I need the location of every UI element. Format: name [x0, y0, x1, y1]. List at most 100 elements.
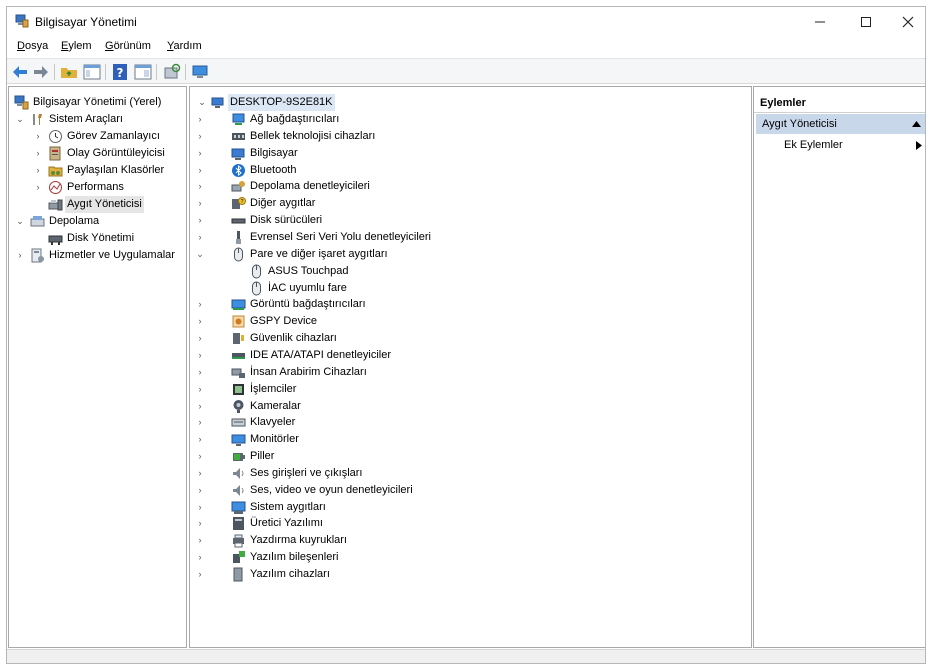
network-adapter-icon	[232, 113, 245, 125]
device-category[interactable]: › Klavyeler	[193, 414, 593, 431]
chevron-right-icon[interactable]: ›	[195, 515, 205, 532]
chevron-right-icon[interactable]: ›	[33, 145, 43, 162]
chevron-down-icon[interactable]: ⌄	[15, 111, 25, 128]
tree-item-system-tools[interactable]: ⌄ Sistem Araçları	[12, 111, 186, 128]
chevron-down-icon[interactable]: ⌄	[197, 94, 207, 111]
chevron-right-icon[interactable]: ›	[15, 247, 25, 264]
device-category[interactable]: › Yazılım cihazları	[193, 566, 593, 583]
tree-item-task-scheduler[interactable]: › Görev Zamanlayıcı	[12, 128, 186, 145]
chevron-right-icon[interactable]: ›	[195, 414, 205, 431]
monitor-tool-icon[interactable]	[191, 63, 209, 81]
chevron-right-icon[interactable]: ›	[195, 145, 205, 162]
svg-text:?: ?	[117, 66, 124, 80]
chevron-right-icon[interactable]: ›	[195, 111, 205, 128]
tree-item-shared-folders[interactable]: › Paylaşılan Klasörler	[12, 162, 186, 179]
device-item[interactable]: ASUS Touchpad	[193, 263, 593, 280]
back-arrow-icon[interactable]	[11, 63, 29, 81]
device-category[interactable]: › Bellek teknolojisi cihazları	[193, 128, 593, 145]
device-category[interactable]: ›? Diğer aygıtlar	[193, 195, 593, 212]
device-category[interactable]: › Güvenlik cihazları	[193, 330, 593, 347]
device-label: İAC uyumlu fare	[268, 281, 347, 294]
chevron-right-icon[interactable]: ›	[195, 549, 205, 566]
device-category[interactable]: › Monitörler	[193, 431, 593, 448]
chevron-right-icon[interactable]: ›	[195, 566, 205, 583]
device-category[interactable]: › Piller	[193, 448, 593, 465]
chevron-right-icon[interactable]: ›	[195, 229, 205, 246]
maximize-button[interactable]	[843, 7, 889, 37]
device-category[interactable]: › Ağ bağdaştırıcıları	[193, 111, 593, 128]
device-category[interactable]: › GSPY Device	[193, 313, 593, 330]
device-category[interactable]: › Bluetooth	[193, 162, 593, 179]
close-button[interactable]	[885, 7, 925, 37]
chevron-right-icon[interactable]: ›	[195, 330, 205, 347]
device-category[interactable]: › Ses girişleri ve çıkışları	[193, 465, 593, 482]
device-category[interactable]: › Bilgisayar	[193, 145, 593, 162]
menu-dosya[interactable]: Dosya	[17, 40, 48, 52]
chevron-down-icon[interactable]: ⌄	[195, 246, 205, 263]
chevron-down-icon[interactable]: ⌄	[15, 213, 25, 230]
device-category[interactable]: › İşlemciler	[193, 381, 593, 398]
actions-section-device-manager[interactable]: Aygıt Yöneticisi	[756, 114, 925, 134]
chevron-right-icon[interactable]: ›	[195, 482, 205, 499]
device-category[interactable]: ⌄ Pare ve diğer işaret aygıtları	[193, 246, 593, 263]
chevron-right-icon[interactable]: ›	[195, 381, 205, 398]
chevron-right-icon[interactable]: ›	[195, 212, 205, 229]
properties-pane-icon[interactable]	[134, 63, 152, 81]
tree-item-storage[interactable]: ⌄ Depolama	[12, 213, 186, 230]
chevron-right-icon[interactable]: ›	[195, 162, 205, 179]
device-category[interactable]: › Disk sürücüleri	[193, 212, 593, 229]
chevron-right-icon[interactable]: ›	[33, 162, 43, 179]
device-category[interactable]: › Yazdırma kuyrukları	[193, 532, 593, 549]
device-category[interactable]: › Yazılım bileşenleri	[193, 549, 593, 566]
chevron-right-icon[interactable]: ›	[195, 499, 205, 516]
tree-item-device-manager[interactable]: Aygıt Yöneticisi	[12, 196, 186, 213]
chevron-right-icon[interactable]: ›	[195, 313, 205, 330]
toolbar-separator	[54, 64, 55, 80]
chevron-right-icon[interactable]: ›	[195, 398, 205, 415]
menu-yardim[interactable]: Yardım	[167, 40, 202, 52]
monitor-icon	[231, 434, 246, 447]
device-label: IDE ATA/ATAPI denetleyiciler	[250, 348, 392, 361]
device-label: Ses girişleri ve çıkışları	[250, 466, 363, 479]
scan-hardware-icon[interactable]	[163, 63, 181, 81]
tree-item-event-viewer[interactable]: › Olay Görüntüleyicisi	[12, 145, 186, 162]
chevron-right-icon[interactable]: ›	[195, 178, 205, 195]
tree-item-disk-management[interactable]: Disk Yönetimi	[12, 230, 186, 247]
chevron-right-icon[interactable]: ›	[195, 448, 205, 465]
device-category[interactable]: › IDE ATA/ATAPI denetleyiciler	[193, 347, 593, 364]
menu-eylem[interactable]: Eylem	[61, 40, 92, 52]
chevron-right-icon[interactable]: ›	[195, 347, 205, 364]
tree-item-services-apps[interactable]: › Hizmetler ve Uygulamalar	[12, 247, 186, 264]
chevron-right-icon[interactable]: ›	[195, 195, 205, 212]
show-hide-tree-icon[interactable]	[83, 63, 101, 81]
more-actions-item[interactable]: Ek Eylemler	[784, 136, 843, 154]
tree-item-performance[interactable]: › Performans	[12, 179, 186, 196]
collapse-up-icon[interactable]	[912, 120, 921, 127]
tree-item-label: Görev Zamanlayıcı	[67, 130, 160, 142]
menu-gorunum[interactable]: Görünüm	[105, 40, 151, 52]
device-category[interactable]: › Kameralar	[193, 398, 593, 415]
device-category[interactable]: › Evrensel Seri Veri Yolu denetleyicileri	[193, 229, 593, 246]
up-folder-icon[interactable]	[60, 63, 78, 81]
forward-arrow-icon[interactable]	[32, 63, 50, 81]
chevron-right-icon[interactable]: ›	[33, 179, 43, 196]
tree-item-computer-management[interactable]: Bilgisayar Yönetimi (Yerel)	[12, 94, 186, 111]
device-root[interactable]: ⌄ DESKTOP-9S2E81K	[193, 94, 493, 111]
device-item[interactable]: İAC uyumlu fare	[193, 280, 593, 297]
device-category[interactable]: › Depolama denetleyicileri	[193, 178, 593, 195]
device-category[interactable]: › Görüntü bağdaştırıcıları	[193, 296, 593, 313]
device-category[interactable]: › Üretici Yazılımı	[193, 515, 593, 532]
chevron-right-icon[interactable]: ›	[195, 364, 205, 381]
chevron-right-icon[interactable]: ›	[195, 532, 205, 549]
chevron-right-icon[interactable]: ›	[195, 296, 205, 313]
minimize-button[interactable]	[797, 7, 843, 37]
chevron-right-icon[interactable]: ›	[195, 128, 205, 145]
device-category[interactable]: › İnsan Arabirim Cihazları	[193, 364, 593, 381]
help-icon[interactable]: ?	[111, 63, 129, 81]
chevron-right-icon[interactable]: ›	[195, 465, 205, 482]
device-category[interactable]: › Ses, video ve oyun denetleyicileri	[193, 482, 593, 499]
device-label: Pare ve diğer işaret aygıtları	[250, 247, 388, 260]
chevron-right-icon[interactable]: ›	[195, 431, 205, 448]
chevron-right-icon[interactable]: ›	[33, 128, 43, 145]
device-category[interactable]: › Sistem aygıtları	[193, 499, 593, 516]
